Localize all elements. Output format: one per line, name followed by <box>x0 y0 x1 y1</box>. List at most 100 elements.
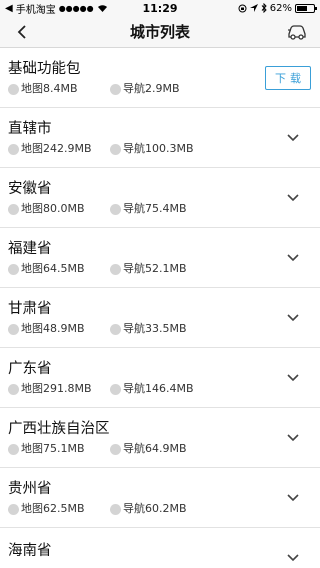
page-title: 城市列表 <box>129 23 190 41</box>
back-to-app-icon[interactable]: ◀ <box>5 3 13 14</box>
list-item[interactable]: 贵州省 地图62.5MB 导航60.2MB <box>0 468 320 528</box>
wifi-icon <box>97 5 107 12</box>
map-status-dot-icon <box>8 263 19 275</box>
nav-status-dot-icon <box>110 263 121 275</box>
download-button[interactable]: 下载 <box>265 65 311 90</box>
map-size: 地图48.9MB <box>8 322 110 336</box>
status-left: ◀ 手机淘宝 ●●●●● <box>5 1 108 16</box>
nav-status-dot-icon <box>110 503 121 515</box>
size-info: 地图64.5MB 导航52.1MB <box>8 262 282 276</box>
chevron-down-icon[interactable] <box>282 427 304 449</box>
list-item[interactable]: 福建省 地图64.5MB 导航52.1MB <box>0 228 320 288</box>
map-size: 地图291.8MB <box>8 382 110 396</box>
region-name: 直辖市 <box>8 121 52 137</box>
status-right: 62% <box>212 2 317 14</box>
nav-size-label: 导航100.3MB <box>123 142 194 155</box>
map-size-label: 地图48.9MB <box>21 322 85 335</box>
carrier-label: 手机淘宝 <box>15 4 56 16</box>
nav-size: 导航100.3MB <box>110 142 212 156</box>
nav-size: 导航60.2MB <box>110 502 212 516</box>
list-item[interactable]: 直辖市 地图242.9MB 导航100.3MB <box>0 108 320 168</box>
map-size: 地图75.1MB <box>8 442 110 456</box>
map-size-label: 地图75.1MB <box>21 442 85 455</box>
region-name: 海南省 <box>8 542 52 559</box>
car-icon <box>288 24 306 40</box>
map-status-dot-icon <box>8 383 19 395</box>
map-size-label: 地图291.8MB <box>21 382 92 395</box>
nav-size-label: 导航75.4MB <box>123 202 187 215</box>
map-size: 地图64.5MB <box>8 262 110 276</box>
location-icon <box>249 3 258 12</box>
nav-size: 导航64.9MB <box>110 442 212 456</box>
region-name: 广西壮族自治区 <box>8 421 110 437</box>
nav-size-label: 导航2.9MB <box>123 82 180 95</box>
map-status-dot-icon <box>8 443 19 455</box>
size-info: 地图62.5MB 导航60.2MB <box>8 502 282 516</box>
nav-status-dot-icon <box>110 203 121 215</box>
region-name: 基础功能包 <box>8 61 81 77</box>
nav-status-dot-icon <box>110 143 121 155</box>
list-item-body: 海南省 <box>8 541 282 568</box>
bluetooth-icon <box>261 3 267 13</box>
chevron-left-icon <box>17 24 26 39</box>
region-name: 福建省 <box>8 241 52 257</box>
map-size: 地图62.5MB <box>8 502 110 516</box>
list-item[interactable]: 甘肃省 地图48.9MB 导航33.5MB <box>0 288 320 348</box>
list-item-body: 安徽省 地图80.0MB 导航75.4MB <box>8 179 282 216</box>
list-item[interactable]: 广西壮族自治区 地图75.1MB 导航64.9MB <box>0 408 320 468</box>
size-info: 地图242.9MB 导航100.3MB <box>8 142 282 156</box>
battery-percent: 62% <box>269 2 292 14</box>
nav-size-label: 导航64.9MB <box>123 442 187 455</box>
nav-size-label: 导航60.2MB <box>123 502 187 515</box>
list-item-body: 甘肃省 地图48.9MB 导航33.5MB <box>8 299 282 336</box>
status-time: 11:29 <box>142 1 178 15</box>
map-size-label: 地图80.0MB <box>21 202 85 215</box>
nav-size: 导航33.5MB <box>110 322 212 336</box>
map-size: 地图80.0MB <box>8 202 110 216</box>
back-button[interactable] <box>10 20 34 44</box>
region-name: 广东省 <box>8 361 52 377</box>
list-item[interactable]: 海南省 <box>0 528 320 568</box>
list-item-body: 基础功能包 地图8.4MB 导航2.9MB <box>8 59 265 96</box>
map-size-label: 地图62.5MB <box>21 502 85 515</box>
list-item-body: 贵州省 地图62.5MB 导航60.2MB <box>8 479 282 516</box>
nav-status-dot-icon <box>110 443 121 455</box>
nav-size: 导航52.1MB <box>110 262 212 276</box>
orientation-lock-icon <box>238 4 247 12</box>
map-size-label: 地图8.4MB <box>21 82 78 95</box>
size-info: 地图8.4MB 导航2.9MB <box>8 82 265 96</box>
nav-size-label: 导航33.5MB <box>123 322 187 335</box>
chevron-down-icon[interactable] <box>282 367 304 389</box>
list-item[interactable]: 广东省 地图291.8MB 导航146.4MB <box>0 348 320 408</box>
nav-status-dot-icon <box>110 323 121 335</box>
chevron-down-icon[interactable] <box>282 547 304 568</box>
nav-size: 导航146.4MB <box>110 382 212 396</box>
battery-icon <box>294 3 317 13</box>
nav-status-dot-icon <box>110 83 121 95</box>
map-status-dot-icon <box>8 203 19 215</box>
list-item[interactable]: 安徽省 地图80.0MB 导航75.4MB <box>0 168 320 228</box>
region-name: 甘肃省 <box>8 301 52 317</box>
nav-status-dot-icon <box>110 383 121 395</box>
map-status-dot-icon <box>8 503 19 515</box>
chevron-down-icon[interactable] <box>282 247 304 269</box>
list-item-body: 广东省 地图291.8MB 导航146.4MB <box>8 359 282 396</box>
chevron-down-icon[interactable] <box>282 187 304 209</box>
list-item-body: 广西壮族自治区 地图75.1MB 导航64.9MB <box>8 419 282 456</box>
nav-size-label: 导航52.1MB <box>123 262 187 275</box>
map-size: 地图8.4MB <box>8 82 110 96</box>
map-status-dot-icon <box>8 83 19 95</box>
region-name: 贵州省 <box>8 481 52 497</box>
chevron-down-icon[interactable] <box>282 487 304 509</box>
chevron-down-icon[interactable] <box>282 127 304 149</box>
car-icon-button[interactable] <box>284 20 310 44</box>
status-bar: ◀ 手机淘宝 ●●●●● 11:29 62% <box>0 0 320 16</box>
list-item[interactable]: 基础功能包 地图8.4MB 导航2.9MB 下载 <box>0 48 320 108</box>
size-info: 地图48.9MB 导航33.5MB <box>8 322 282 336</box>
city-list: 基础功能包 地图8.4MB 导航2.9MB 下载 直辖市 地图242.9MB 导… <box>0 48 320 568</box>
map-size-label: 地图64.5MB <box>21 262 85 275</box>
list-item-body: 福建省 地图64.5MB 导航52.1MB <box>8 239 282 276</box>
chevron-down-icon[interactable] <box>282 307 304 329</box>
map-size: 地图242.9MB <box>8 142 110 156</box>
map-size-label: 地图242.9MB <box>21 142 92 155</box>
